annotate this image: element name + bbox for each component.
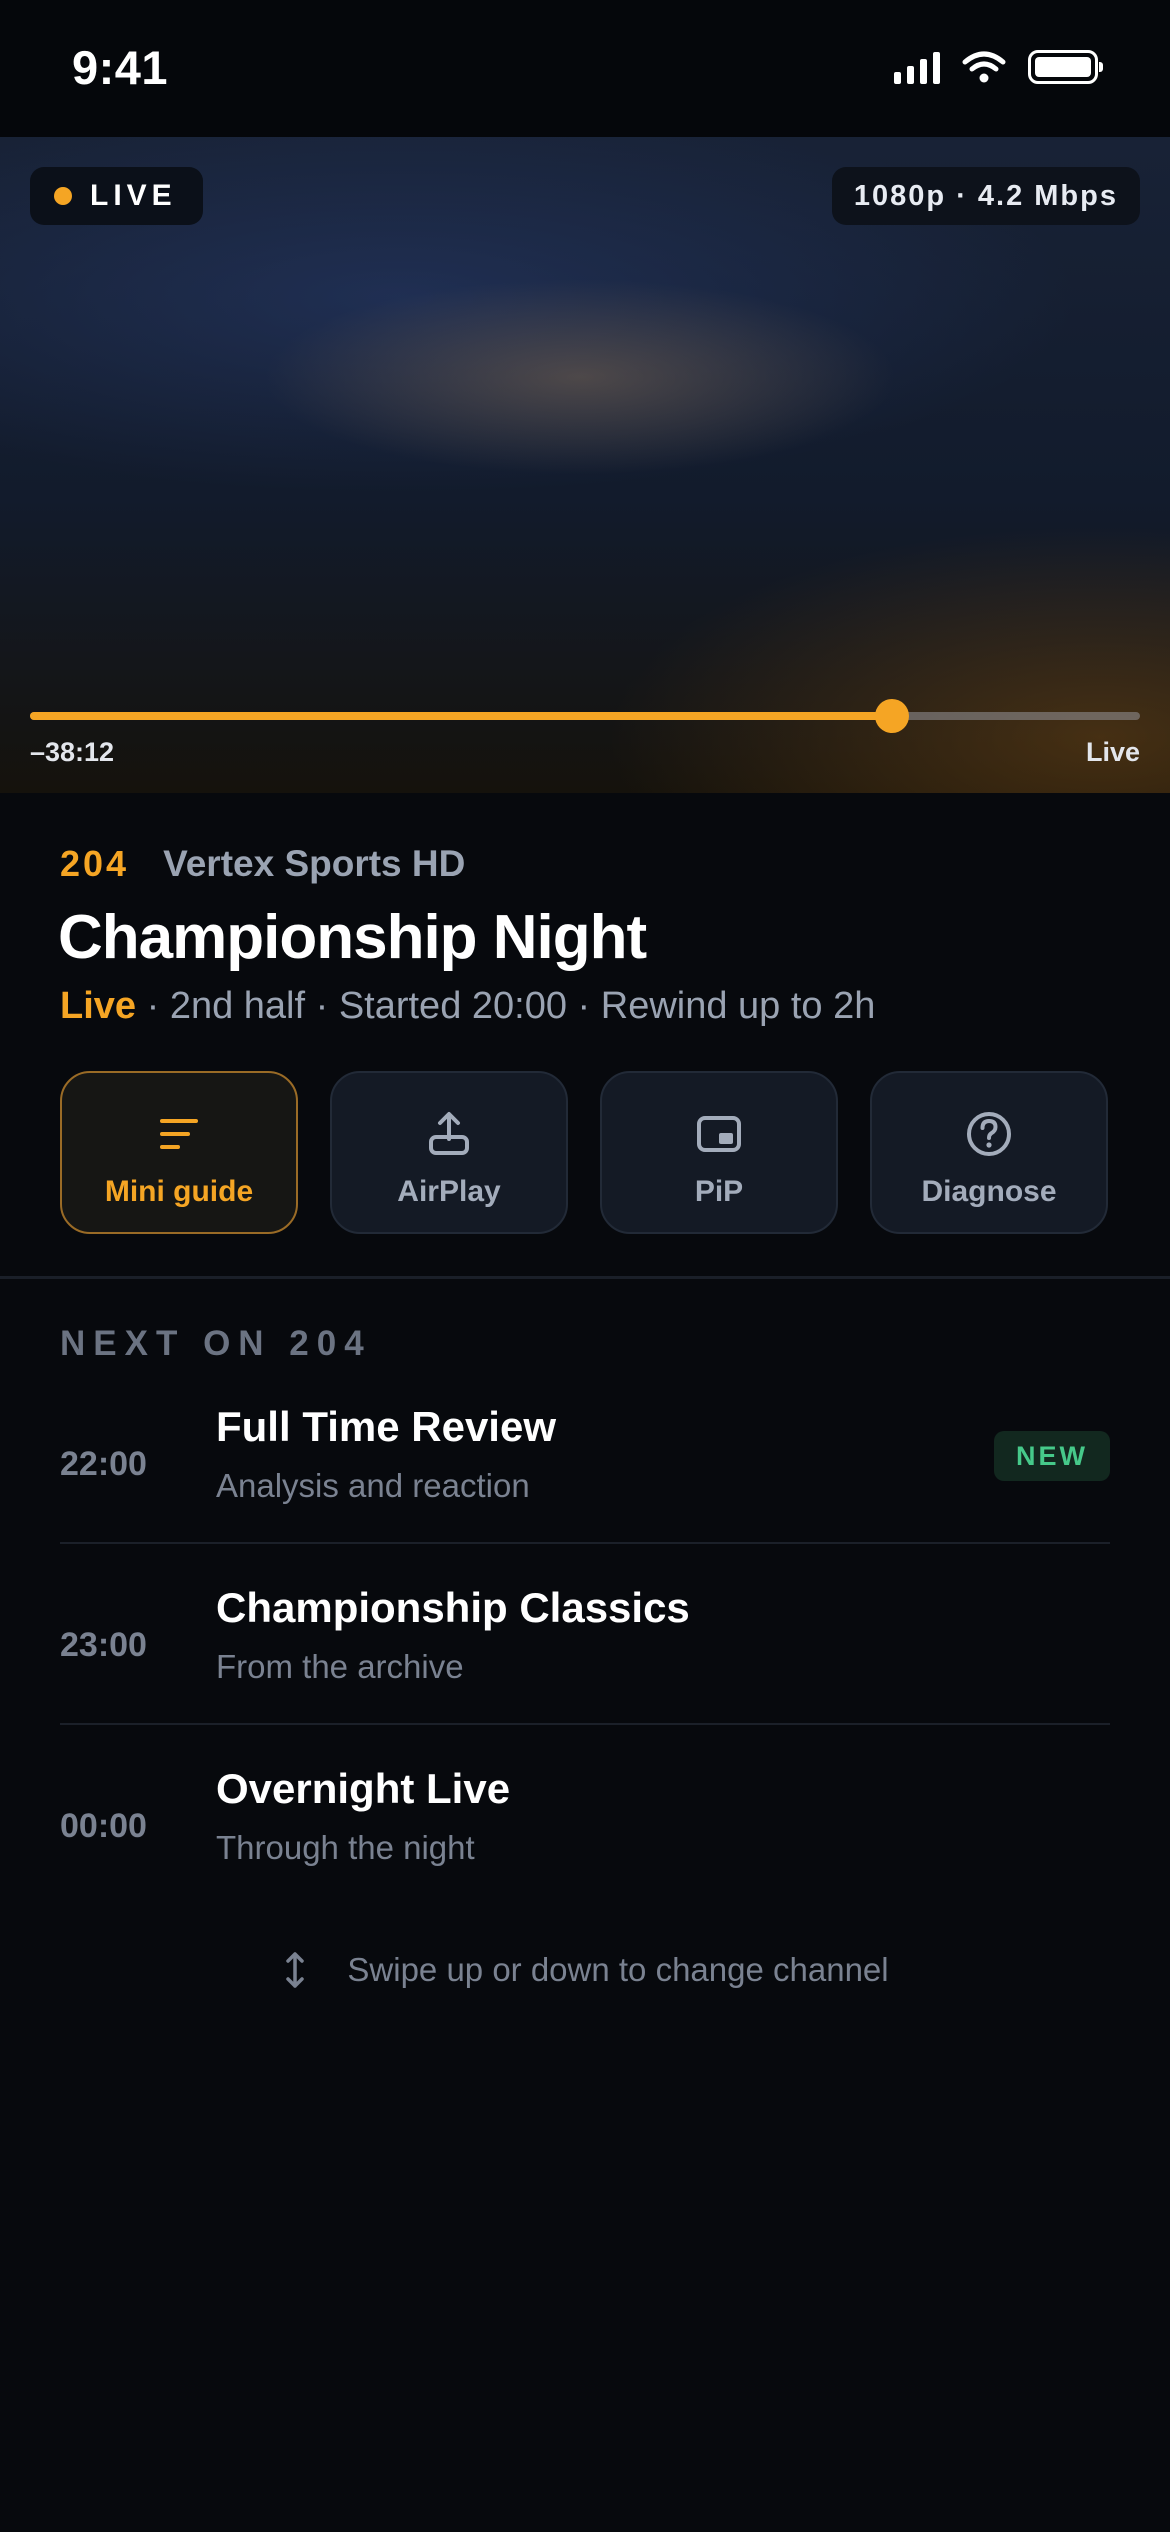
schedule-subtitle: From the archive <box>216 1648 464 1685</box>
diagnose-button[interactable]: Diagnose <box>870 1071 1108 1234</box>
live-badge: LIVE <box>30 167 203 225</box>
next-section-heading: NEXT ON 204 <box>60 1324 372 1363</box>
progress-fill <box>30 712 893 720</box>
schedule-title: Full Time Review <box>216 1403 556 1450</box>
schedule-item[interactable]: 00:00 Overnight Live Through the night <box>60 1725 1110 1906</box>
new-badge: NEW <box>994 1431 1110 1481</box>
pip-icon <box>697 1116 741 1152</box>
program-details: · 2nd half · Started 20:00 · Rewind up t… <box>136 985 876 1027</box>
pip-label: PiP <box>694 1175 744 1208</box>
airplay-label: AirPlay <box>397 1175 501 1208</box>
signal-icon <box>894 50 940 84</box>
diagnose-label: Diagnose <box>921 1175 1057 1208</box>
mini-guide-label: Mini guide <box>104 1175 254 1208</box>
live-badge-label: LIVE <box>90 179 177 212</box>
divider <box>0 1276 1170 1279</box>
battery-icon <box>1028 50 1103 84</box>
program-meta: Live · 2nd half · Started 20:00 · Rewind… <box>60 985 875 1028</box>
pip-button[interactable]: PiP <box>600 1071 838 1234</box>
swipe-hint: Swipe up or down to change channel <box>0 1950 1170 1990</box>
swipe-hint-text: Swipe up or down to change channel <box>347 1951 889 1988</box>
schedule-subtitle: Through the night <box>216 1829 475 1866</box>
progress-bar[interactable] <box>30 699 1140 733</box>
progress-scrubber-handle[interactable] <box>875 699 910 733</box>
live-dot-icon <box>54 187 72 205</box>
channel-number: 204 <box>60 843 130 884</box>
schedule-time: 22:00 <box>60 1445 147 1483</box>
schedule-item[interactable]: 22:00 Full Time Review Analysis and reac… <box>60 1363 1110 1544</box>
schedule-title: Championship Classics <box>216 1584 690 1631</box>
airplay-button[interactable]: AirPlay <box>330 1071 568 1234</box>
question-icon <box>967 1112 1011 1156</box>
time-remaining: –38:12 <box>30 737 115 767</box>
status-icons <box>894 50 1103 84</box>
action-buttons: Mini guide AirPlay PiP Diagnose <box>60 1071 1110 1234</box>
up-down-arrow-icon <box>286 1952 305 1988</box>
channel-name: Vertex Sports HD <box>163 843 466 884</box>
stream-quality-badge: 1080p · 4.2 Mbps <box>831 167 1140 225</box>
schedule-item[interactable]: 23:00 Championship Classics From the arc… <box>60 1544 1110 1725</box>
schedule-time: 23:00 <box>60 1626 147 1664</box>
program-status: Live <box>60 985 137 1027</box>
list-icon <box>160 1119 198 1149</box>
go-live-label[interactable]: Live <box>1086 737 1140 768</box>
status-time: 9:41 <box>72 41 169 94</box>
schedule-subtitle: Analysis and reaction <box>216 1467 530 1504</box>
mini-guide-button[interactable]: Mini guide <box>60 1071 298 1234</box>
status-bar: 9:41 <box>0 0 1170 137</box>
schedule-title: Overnight Live <box>216 1765 511 1812</box>
program-title: Championship Night <box>58 903 647 972</box>
channel-line: 204 Vertex Sports HD <box>60 843 465 885</box>
video-player[interactable]: LIVE 1080p · 4.2 Mbps –38:12 Live <box>0 137 1170 793</box>
wifi-icon <box>962 51 1006 83</box>
schedule-time: 00:00 <box>60 1807 147 1845</box>
share-icon <box>429 1112 469 1155</box>
